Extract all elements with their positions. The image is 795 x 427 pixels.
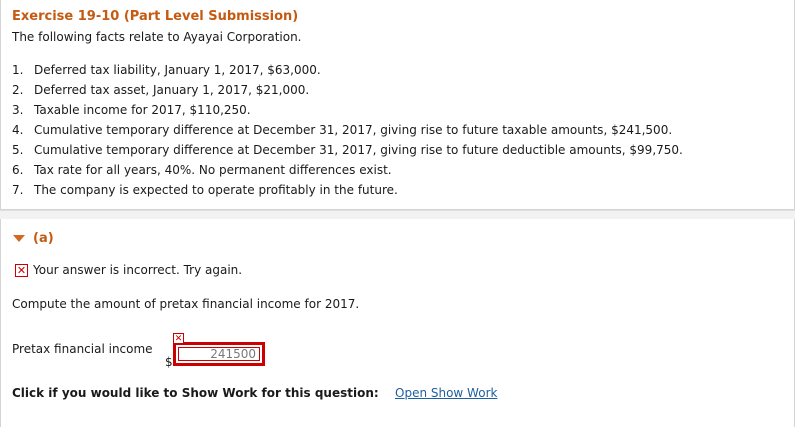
part-label: (a) <box>33 231 54 246</box>
incorrect-icon: ✕ <box>15 263 28 277</box>
facts-list: 1. Deferred tax liability, January 1, 201… <box>12 60 683 200</box>
part-a-section: (a) ✕ Your answer is incorrect. Try agai… <box>0 219 795 427</box>
part-a-toggle[interactable]: (a) <box>13 231 54 246</box>
fact-item: 4. Cumulative temporary difference at Dec… <box>12 120 683 140</box>
exercise-panel: Exercise 19-10 (Part Level Submission) T… <box>0 0 795 210</box>
exercise-title: Exercise 19-10 (Part Level Submission) <box>12 9 299 24</box>
fact-text: Cumulative temporary difference at Decem… <box>34 123 673 137</box>
fact-text: Cumulative temporary difference at Decem… <box>34 143 683 157</box>
fact-number: 6. <box>12 163 24 177</box>
feedback-text: Your answer is incorrect. Try again. <box>33 263 243 277</box>
error-marker-icon: ✕ <box>173 333 184 344</box>
currency-symbol: $ <box>165 355 173 369</box>
fact-text: Taxable income for 2017, $110,250. <box>34 103 251 117</box>
fact-number: 3. <box>12 103 24 117</box>
fact-number: 4. <box>12 123 24 137</box>
fact-number: 1. <box>12 63 24 77</box>
fact-item: 5. Cumulative temporary difference at Dec… <box>12 140 683 160</box>
question-text: Compute the amount of pretax financial i… <box>12 297 360 311</box>
fact-item: 6. Tax rate for all years, 40%. No perman… <box>12 160 683 180</box>
answer-field-wrapper: ✕ <box>173 333 265 367</box>
section-divider <box>0 210 795 219</box>
exercise-intro: The following facts relate to Ayayai Cor… <box>12 30 302 44</box>
fact-text: Deferred tax asset, January 1, 2017, $21… <box>34 83 310 97</box>
fact-number: 5. <box>12 143 24 157</box>
caret-down-icon <box>13 235 25 242</box>
pretax-income-label: Pretax financial income <box>12 342 153 356</box>
show-work-prompt: Click if you would like to Show Work for… <box>12 386 379 400</box>
fact-text: The company is expected to operate profi… <box>34 183 398 197</box>
open-show-work-link[interactable]: Open Show Work <box>395 386 497 400</box>
fact-text: Tax rate for all years, 40%. No permanen… <box>34 163 392 177</box>
pretax-income-input[interactable] <box>173 342 265 366</box>
fact-item: 1. Deferred tax liability, January 1, 201… <box>12 60 683 80</box>
fact-text: Deferred tax liability, January 1, 2017,… <box>34 63 321 77</box>
fact-number: 7. <box>12 183 24 197</box>
feedback-message: ✕ Your answer is incorrect. Try again. <box>15 263 242 277</box>
fact-item: 3. Taxable income for 2017, $110,250. <box>12 100 683 120</box>
fact-item: 2. Deferred tax asset, January 1, 2017, $… <box>12 80 683 100</box>
fact-item: 7. The company is expected to operate pro… <box>12 180 683 200</box>
fact-number: 2. <box>12 83 24 97</box>
